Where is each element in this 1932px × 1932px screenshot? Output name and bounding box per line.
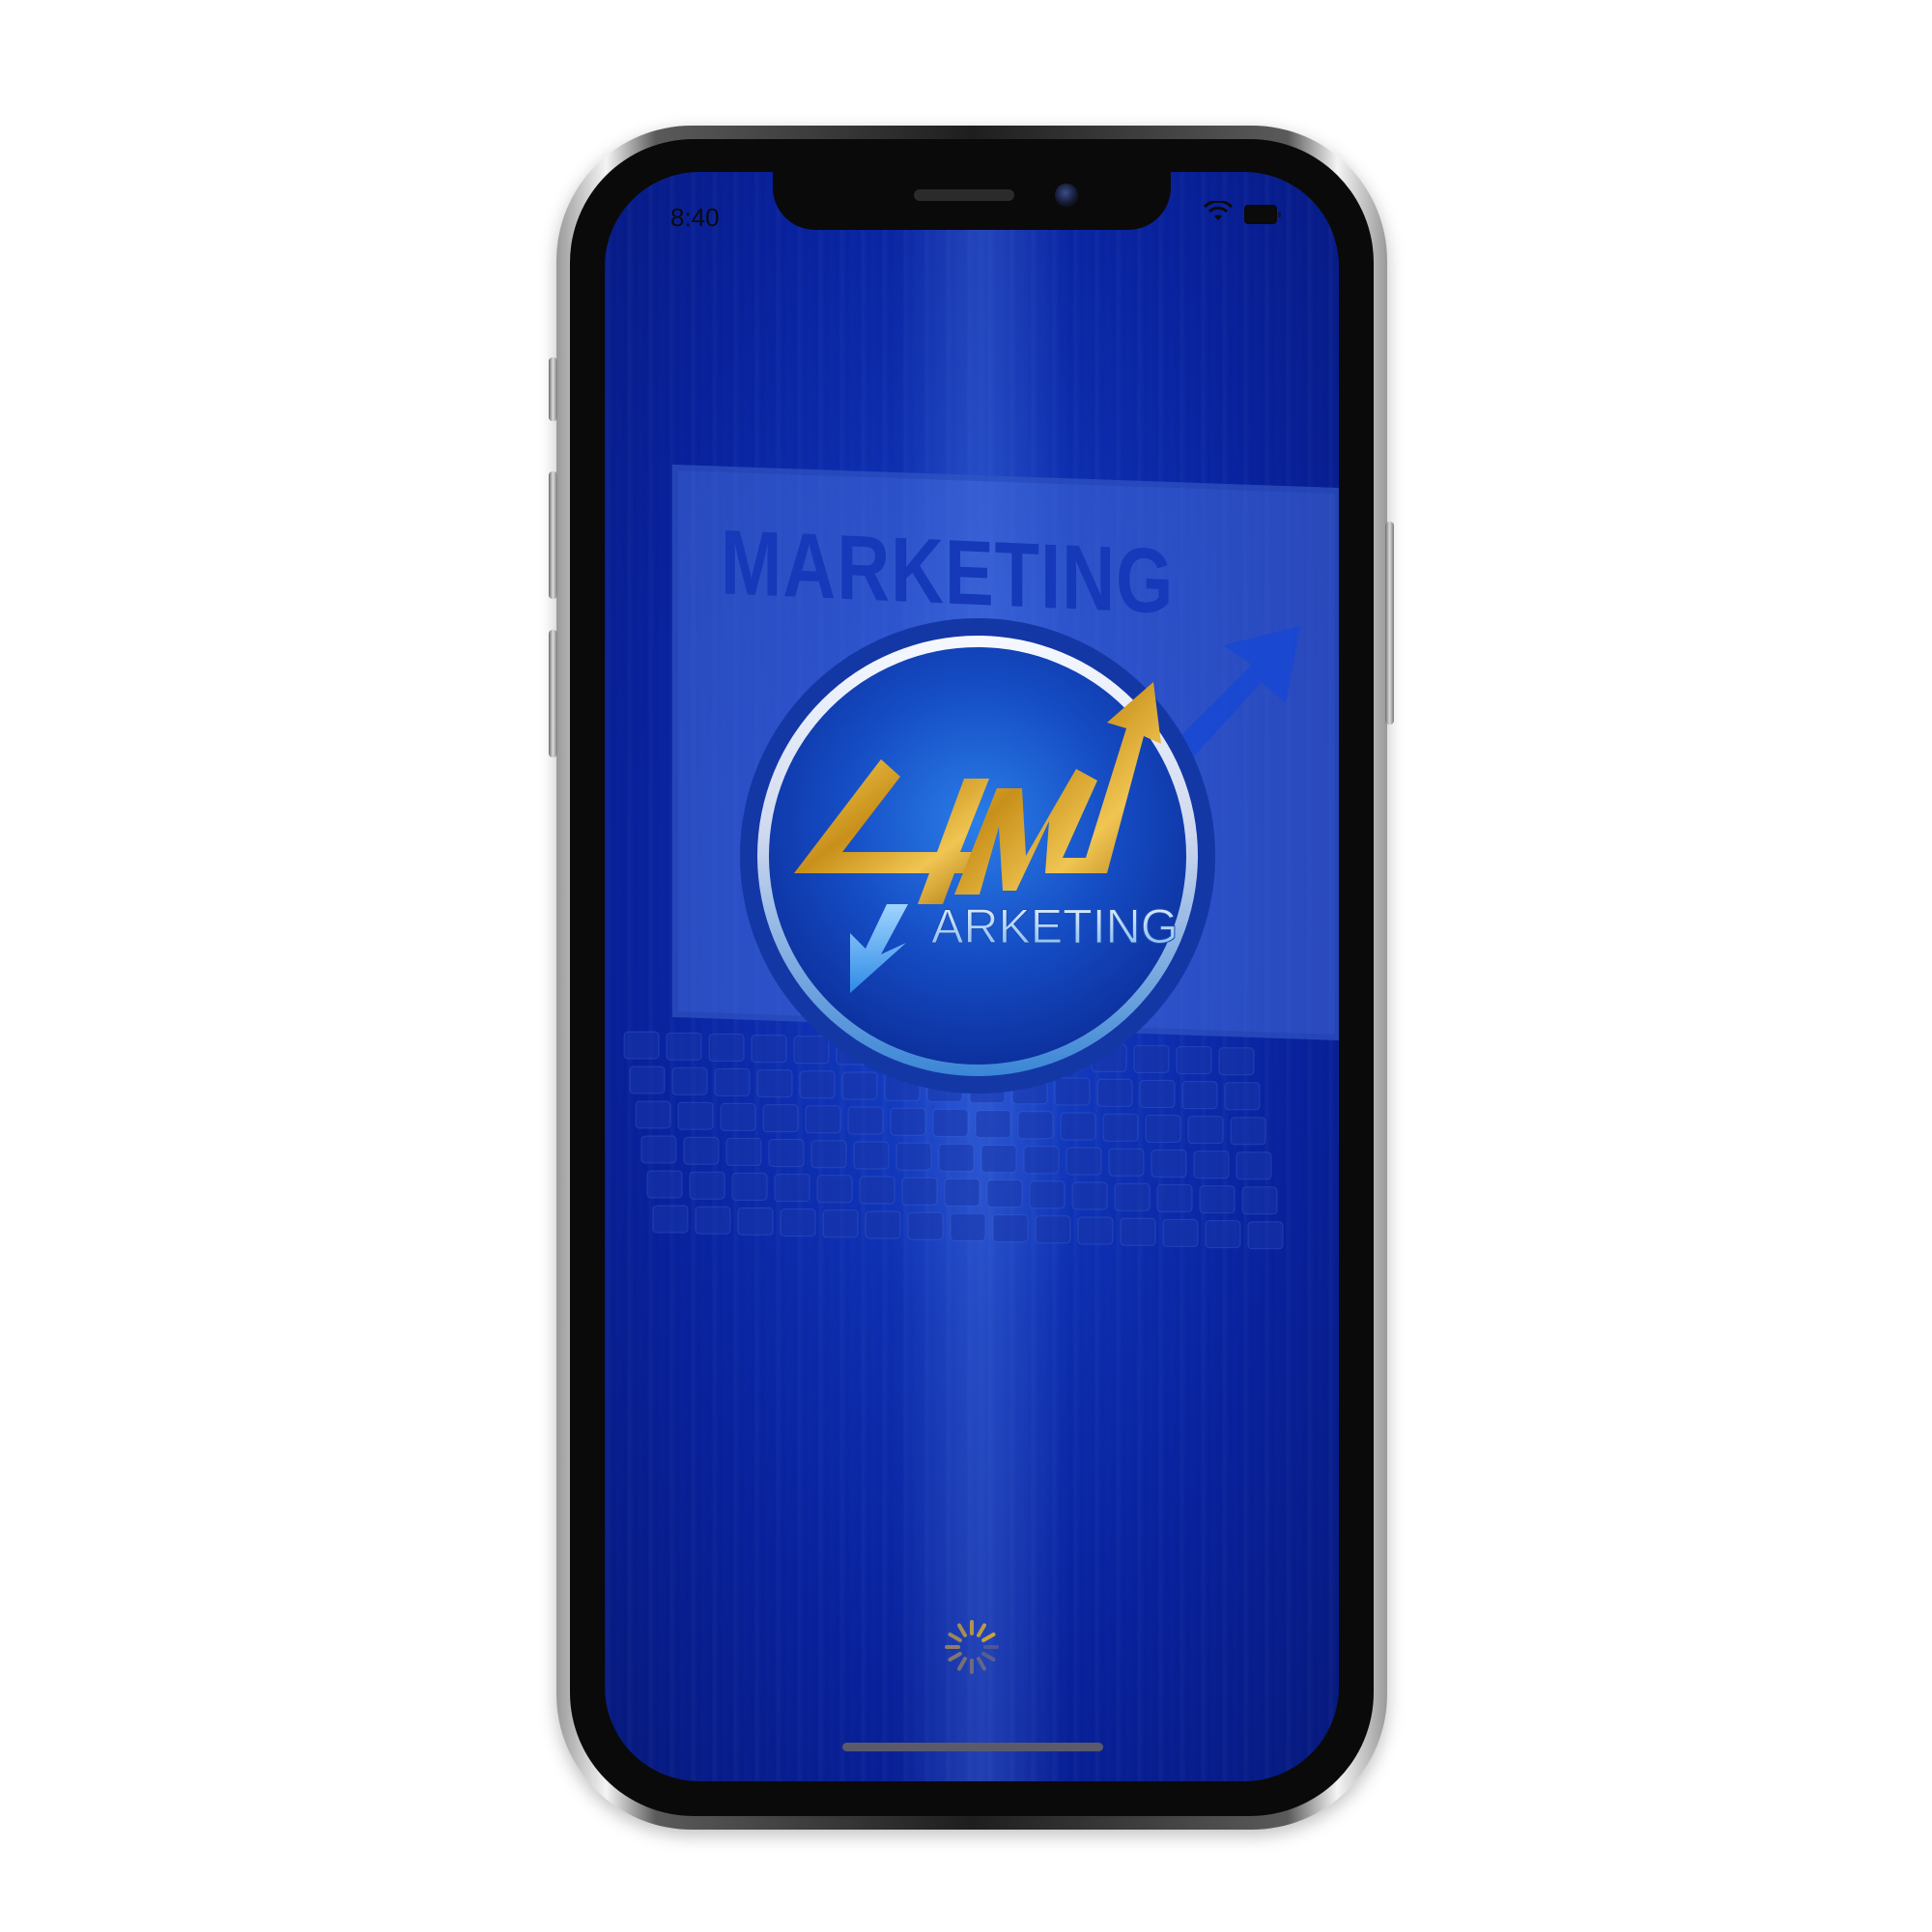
keyboard-key — [683, 1136, 720, 1165]
keyboard-key — [671, 1066, 708, 1095]
keyboard-key — [677, 1101, 714, 1130]
keyboard-key — [853, 1141, 890, 1170]
spinner-tick — [957, 1623, 967, 1637]
keyboard-key — [992, 1214, 1029, 1243]
keyboard-key — [1247, 1221, 1284, 1250]
keyboard-key — [1151, 1149, 1187, 1178]
keyboard-key — [890, 1107, 926, 1136]
keyboard-key — [1230, 1117, 1266, 1146]
keyboard-key — [646, 1170, 683, 1199]
keyboard-key — [623, 1031, 660, 1060]
loading-spinner-icon — [945, 1620, 999, 1674]
status-time: 8:40 — [670, 203, 720, 232]
keyboard-key — [1241, 1186, 1278, 1215]
keyboard-key — [932, 1108, 969, 1137]
keyboard-key — [737, 1207, 774, 1236]
spinner-tick — [957, 1657, 967, 1671]
keyboard-key — [1218, 1047, 1255, 1076]
keyboard-key — [774, 1174, 810, 1203]
spinner-tick — [981, 1652, 996, 1662]
power-button — [1385, 522, 1394, 724]
keyboard-key — [950, 1212, 986, 1241]
keyboard-key — [1199, 1185, 1236, 1214]
keyboard-key — [847, 1106, 884, 1135]
keyboard-key — [635, 1100, 671, 1129]
keyboard-key — [980, 1145, 1017, 1174]
volume-down-button — [549, 630, 557, 757]
keyboard-key — [1065, 1147, 1102, 1176]
keyboard-key — [725, 1137, 762, 1166]
keyboard-key — [1023, 1146, 1060, 1175]
keyboard-key — [1060, 1112, 1096, 1141]
keyboard-key — [975, 1110, 1011, 1139]
keyboard-key — [629, 1065, 666, 1094]
keyboard-key — [895, 1142, 932, 1171]
spinner-tick — [981, 1633, 996, 1642]
wifi-icon — [1204, 201, 1233, 220]
keyboard-key — [1102, 1113, 1139, 1142]
keyboard-key — [1156, 1183, 1193, 1212]
logo-wordmark: ARKETING — [931, 899, 1179, 953]
mute-switch — [549, 357, 557, 421]
keyboard-key — [652, 1205, 689, 1234]
keyboard-key — [640, 1135, 677, 1164]
keyboard-key — [816, 1175, 853, 1204]
keyboard-key — [865, 1210, 901, 1239]
keyboard-key — [1071, 1181, 1108, 1210]
keyboard-key — [1236, 1151, 1272, 1180]
keyboard-key — [768, 1139, 805, 1168]
keyboard-key — [859, 1176, 895, 1205]
battery-icon — [1244, 205, 1281, 224]
keyboard-key — [1029, 1180, 1065, 1209]
keyboard-key — [762, 1104, 799, 1133]
keyboard-key — [1108, 1148, 1145, 1177]
keyboard-key — [822, 1209, 859, 1238]
app-logo: ARKETING — [740, 618, 1215, 1094]
keyboard-key — [1017, 1111, 1054, 1140]
speaker-grille — [914, 189, 1014, 201]
home-indicator[interactable] — [842, 1743, 1103, 1751]
camera-icon — [1055, 184, 1078, 207]
device-mockup: MARKETING 8:40 ARKETING — [0, 0, 1932, 1932]
keyboard-key — [780, 1208, 816, 1237]
spinner-tick — [977, 1657, 986, 1671]
keyboard-key — [986, 1179, 1023, 1208]
keyboard-key — [938, 1143, 975, 1172]
keyboard-key — [1205, 1220, 1241, 1249]
keyboard-key — [901, 1177, 938, 1206]
spinner-tick — [948, 1652, 962, 1662]
keyboard-key — [907, 1211, 944, 1240]
spinner-tick — [948, 1633, 962, 1642]
keyboard-key — [1077, 1216, 1114, 1245]
keyboard-key — [1224, 1082, 1261, 1111]
keyboard-key — [1035, 1215, 1071, 1244]
keyboard-key — [1193, 1151, 1230, 1179]
notch — [773, 172, 1171, 230]
keyboard-key — [1145, 1114, 1181, 1143]
keyboard-key — [666, 1032, 702, 1061]
keyboard-key — [805, 1105, 841, 1134]
keyboard-key — [1114, 1182, 1151, 1211]
keyboard-key — [810, 1140, 847, 1169]
keyboard-key — [695, 1206, 731, 1235]
spinner-tick — [977, 1623, 986, 1637]
keyboard-key — [720, 1102, 756, 1131]
keyboard-key — [1187, 1116, 1224, 1145]
splash-screen: MARKETING 8:40 ARKETING — [605, 172, 1339, 1781]
keyboard-key — [689, 1171, 725, 1200]
keyboard-key — [944, 1178, 980, 1207]
volume-up-button — [549, 471, 557, 599]
keyboard-key — [731, 1172, 768, 1201]
keyboard-key — [1162, 1218, 1199, 1247]
keyboard-key — [1120, 1217, 1156, 1246]
